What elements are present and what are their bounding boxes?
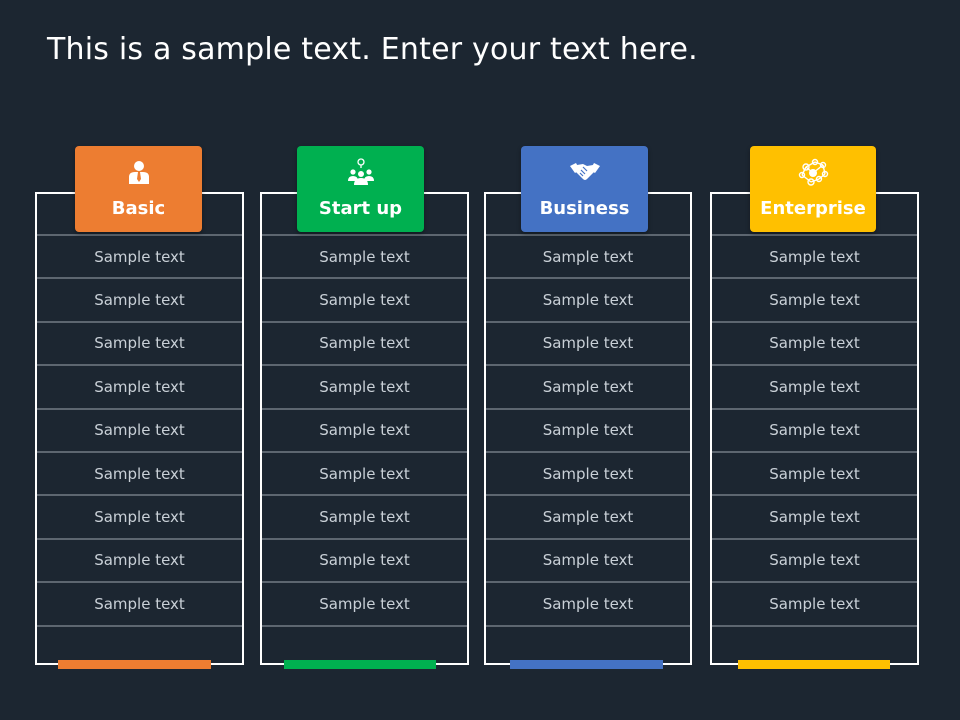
table-row: Sample text — [37, 494, 242, 537]
businessman-icon — [126, 157, 152, 187]
table-row: Sample text — [37, 407, 242, 451]
network-icon — [797, 157, 829, 187]
plan-header-start-up: Start up — [297, 146, 424, 232]
table-row: Sample text — [262, 234, 467, 277]
accent-bar — [510, 660, 663, 669]
table-row: Sample text — [262, 364, 467, 407]
slide-title: This is a sample text. Enter your text h… — [47, 32, 698, 67]
plan-name: Enterprise — [760, 198, 866, 219]
table-row: Sample text — [486, 277, 690, 320]
plan-name: Start up — [318, 198, 403, 219]
table-row: Sample text — [712, 234, 917, 277]
table-row: Sample text — [712, 407, 917, 451]
table-row: Sample text — [37, 234, 242, 277]
plan-table-border: Sample text Sample text Sample text Samp… — [35, 192, 244, 665]
table-row: Sample text — [37, 450, 242, 494]
table-row: Sample text — [262, 581, 467, 624]
accent-bar — [58, 660, 211, 669]
team-lightbulb-icon — [347, 157, 375, 187]
table-row: Sample text — [712, 450, 917, 494]
plan-name: Basic — [111, 198, 166, 219]
plan-header-enterprise: Enterprise — [750, 146, 876, 232]
table-row: Sample text — [712, 581, 917, 624]
table-row: Sample text — [486, 320, 690, 364]
table-row: Sample text — [262, 407, 467, 451]
table-row: Sample text — [262, 277, 467, 320]
table-row: Sample text — [712, 364, 917, 407]
table-row: Sample text — [37, 581, 242, 624]
table-row: Sample text — [486, 581, 690, 624]
table-row: Sample text — [712, 537, 917, 581]
table-row: Sample text — [262, 320, 467, 364]
table-row: Sample text — [486, 450, 690, 494]
table-row: Sample text — [262, 494, 467, 537]
table-row: Sample text — [486, 407, 690, 451]
plan-rows: Sample text Sample text Sample text Samp… — [262, 234, 467, 668]
table-row: Sample text — [712, 494, 917, 537]
accent-bar — [284, 660, 436, 669]
table-row: Sample text — [486, 234, 690, 277]
plan-column-enterprise: Sample text Sample text Sample text Samp… — [710, 146, 919, 676]
table-row: Sample text — [712, 320, 917, 364]
plan-header-business: Business — [521, 146, 648, 232]
table-row: Sample text — [262, 537, 467, 581]
plan-header-basic: Basic — [75, 146, 202, 232]
plan-name: Business — [539, 198, 630, 219]
plan-column-basic: Sample text Sample text Sample text Samp… — [35, 146, 244, 676]
plan-column-start-up: Sample text Sample text Sample text Samp… — [260, 146, 469, 676]
table-row: Sample text — [37, 364, 242, 407]
plan-table-border: Sample text Sample text Sample text Samp… — [260, 192, 469, 665]
plan-table-border: Sample text Sample text Sample text Samp… — [710, 192, 919, 665]
table-row: Sample text — [486, 494, 690, 537]
table-row: Sample text — [262, 450, 467, 494]
table-row: Sample text — [486, 537, 690, 581]
plan-rows: Sample text Sample text Sample text Samp… — [486, 234, 690, 668]
table-row: Sample text — [37, 320, 242, 364]
plan-column-business: Sample text Sample text Sample text Samp… — [484, 146, 692, 676]
table-row: Sample text — [37, 537, 242, 581]
table-row: Sample text — [486, 364, 690, 407]
handshake-icon — [569, 157, 601, 187]
plan-rows: Sample text Sample text Sample text Samp… — [712, 234, 917, 668]
plan-rows: Sample text Sample text Sample text Samp… — [37, 234, 242, 668]
accent-bar — [738, 660, 890, 669]
table-row: Sample text — [712, 277, 917, 320]
table-row: Sample text — [37, 277, 242, 320]
plan-table-border: Sample text Sample text Sample text Samp… — [484, 192, 692, 665]
